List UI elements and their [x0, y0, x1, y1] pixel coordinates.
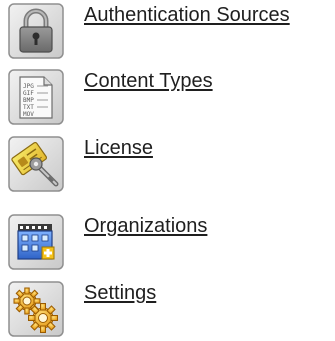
organization-building-icon	[8, 214, 64, 270]
admin-item-authentication-sources[interactable]: Authentication Sources	[8, 3, 333, 59]
admin-item-organizations[interactable]: Organizations	[8, 214, 333, 270]
settings-gears-icon	[8, 281, 64, 337]
svg-text:BMP: BMP	[23, 97, 34, 104]
content-types-link[interactable]: Content Types	[84, 69, 213, 93]
organizations-link[interactable]: Organizations	[84, 214, 207, 238]
admin-item-content-types[interactable]: JPG GIF BMP TXT MOV Content Types	[8, 69, 333, 125]
license-key-icon	[8, 136, 64, 192]
admin-item-license[interactable]: License	[8, 136, 333, 192]
svg-text:JPG: JPG	[23, 83, 34, 90]
authentication-sources-link[interactable]: Authentication Sources	[84, 3, 290, 27]
settings-link[interactable]: Settings	[84, 281, 156, 305]
svg-text:TXT: TXT	[23, 104, 34, 111]
license-link[interactable]: License	[84, 136, 153, 160]
admin-menu: Authentication Sources JPG GIF BMP TXT M…	[0, 0, 335, 341]
document-types-icon: JPG GIF BMP TXT MOV	[8, 69, 64, 125]
svg-text:MOV: MOV	[23, 111, 34, 118]
admin-item-settings[interactable]: Settings	[8, 281, 333, 337]
svg-text:GIF: GIF	[23, 90, 34, 97]
padlock-icon	[8, 3, 64, 59]
